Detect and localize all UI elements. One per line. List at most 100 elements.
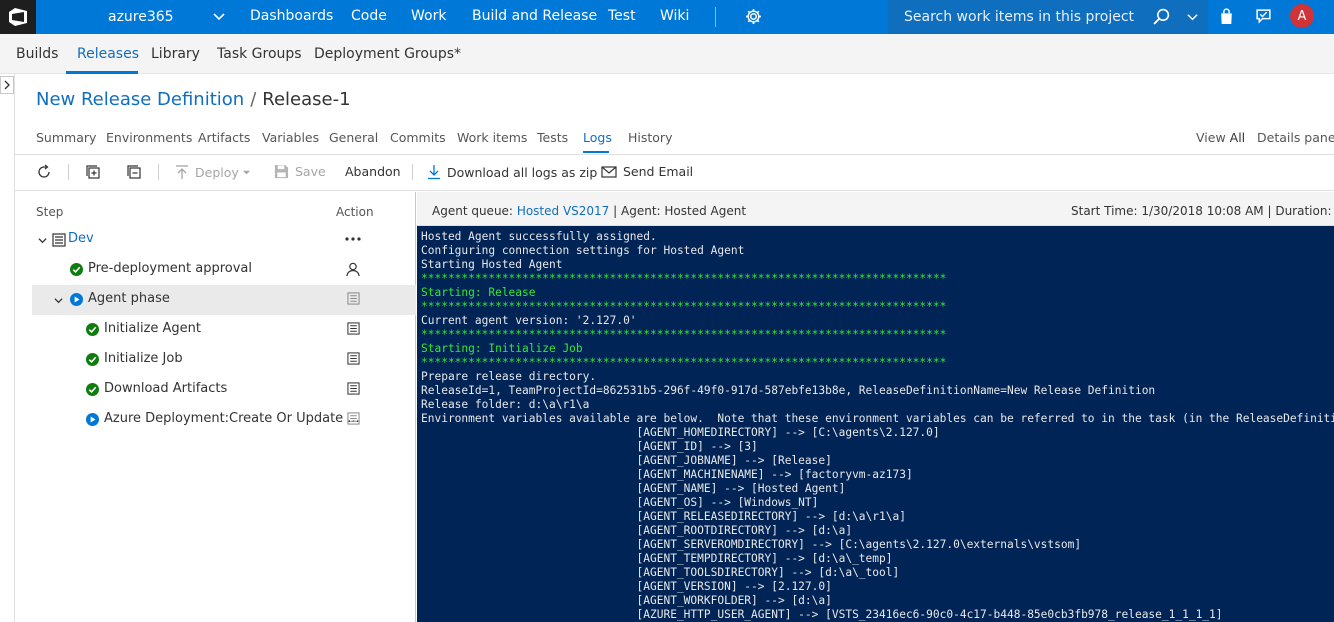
- view-value: All: [1229, 130, 1246, 145]
- send-email-button[interactable]: Send Email: [601, 164, 693, 179]
- tab-work-items[interactable]: Work items: [457, 130, 527, 145]
- nav-build-and-release[interactable]: Build and Release: [472, 8, 597, 24]
- abandon-button[interactable]: Abandon: [345, 164, 401, 179]
- chevron-down-icon: [242, 170, 250, 174]
- subnav-task-groups[interactable]: Task Groups: [217, 46, 302, 62]
- vsts-logo-icon: [9, 8, 27, 26]
- success-check-icon: [86, 353, 99, 366]
- step-label: Download Artifacts: [104, 381, 228, 396]
- search-icon[interactable]: [1153, 8, 1170, 25]
- step-row-initialize-agent[interactable]: Initialize Agent: [32, 315, 416, 345]
- project-selector[interactable]: azure365: [36, 0, 236, 34]
- success-check-icon: [86, 323, 99, 336]
- more-options-icon[interactable]: [345, 237, 361, 241]
- step-label: Pre-deployment approval: [88, 261, 253, 276]
- tab-tests[interactable]: Tests: [537, 130, 568, 145]
- chevron-down-icon[interactable]: [38, 236, 47, 245]
- log-line: Configuring connection settings for Host…: [421, 244, 745, 257]
- log-line: [AGENT_NAME] --> [Hosted Agent]: [421, 482, 846, 495]
- agent-queue-label: Agent queue:: [432, 204, 513, 218]
- breadcrumb-separator: /: [250, 89, 257, 110]
- nav-code[interactable]: Code: [351, 8, 387, 24]
- toolbar-divider: [412, 164, 413, 180]
- log-line: Hosted Agent successfully assigned.: [421, 230, 657, 243]
- deploy-button[interactable]: Deploy: [175, 164, 251, 180]
- success-check-icon: [70, 263, 83, 276]
- column-header-action: Action: [336, 205, 374, 219]
- details-pane-toggle[interactable]: Details pane: [1257, 130, 1334, 145]
- nav-test[interactable]: Test: [608, 8, 636, 24]
- expand-all-icon: [86, 165, 100, 179]
- log-icon[interactable]: [347, 322, 360, 335]
- log-line: Environment variables available are belo…: [421, 412, 1334, 425]
- agent-queue-link[interactable]: Hosted VS2017: [517, 204, 610, 218]
- step-label: Initialize Job: [104, 351, 183, 366]
- nav-work[interactable]: Work: [411, 8, 446, 24]
- tab-logs[interactable]: Logs: [583, 130, 612, 145]
- subnav-releases[interactable]: Releases: [77, 46, 139, 62]
- tab-artifacts[interactable]: Artifacts: [198, 130, 250, 145]
- in-progress-icon: [70, 293, 83, 306]
- release-tabs: Summary Environments Artifacts Variables…: [36, 130, 1334, 154]
- save-label: Save: [295, 164, 326, 179]
- step-row-pre-deployment-approval[interactable]: Pre-deployment approval: [32, 255, 416, 285]
- avatar[interactable]: A: [1290, 4, 1314, 28]
- log-console[interactable]: Hosted Agent successfully assigned. Confi…: [417, 226, 1334, 622]
- nav-dashboards[interactable]: Dashboards: [250, 8, 333, 24]
- step-row-download-artifacts[interactable]: Download Artifacts: [32, 375, 416, 405]
- subnav-library[interactable]: Library: [151, 46, 200, 62]
- search-box: [888, 0, 1208, 34]
- subnav-builds[interactable]: Builds: [16, 46, 58, 62]
- tab-general[interactable]: General: [329, 130, 378, 145]
- step-row-agent-phase[interactable]: Agent phase: [32, 285, 416, 315]
- feedback-icon[interactable]: [1255, 8, 1272, 25]
- log-header: Agent queue: Hosted VS2017 | Agent: Host…: [417, 192, 1334, 226]
- step-label: Initialize Agent: [104, 321, 202, 336]
- collapse-all-button[interactable]: [126, 164, 148, 180]
- download-icon: [428, 165, 440, 180]
- download-logs-button[interactable]: Download all logs as zip: [427, 164, 597, 180]
- shopping-bag-icon[interactable]: [1218, 8, 1235, 25]
- gear-icon[interactable]: [745, 8, 762, 25]
- log-icon[interactable]: [347, 382, 360, 395]
- step-row-dev[interactable]: Dev: [32, 225, 416, 255]
- refresh-button[interactable]: [36, 164, 58, 180]
- toolbar: Deploy Save Abandon Download all logs as…: [15, 155, 1334, 191]
- step-row-azure-deployment[interactable]: Azure Deployment:Create Or Update ...: [32, 405, 416, 435]
- view-label: View: [1196, 130, 1226, 145]
- mail-icon: [601, 165, 617, 178]
- log-icon[interactable]: [347, 412, 360, 425]
- log-line: [AGENT_TEMPDIRECTORY] --> [d:\a\_temp]: [421, 552, 893, 565]
- log-icon[interactable]: [347, 352, 360, 365]
- person-icon[interactable]: [346, 262, 360, 276]
- chevron-down-icon[interactable]: [1186, 11, 1199, 24]
- step-label: Agent phase: [88, 291, 170, 306]
- expand-panel-button[interactable]: [0, 76, 14, 94]
- collapse-all-icon: [127, 165, 141, 179]
- search-input[interactable]: [904, 7, 1144, 27]
- log-line: [AGENT_ROOTDIRECTORY] --> [d:\a]: [421, 524, 853, 537]
- breadcrumb-definition-link[interactable]: New Release Definition: [36, 89, 244, 110]
- step-row-initialize-job[interactable]: Initialize Job: [32, 345, 416, 375]
- abandon-label: Abandon: [345, 164, 401, 179]
- chevron-down-icon[interactable]: [54, 296, 63, 305]
- subnav-deployment-groups[interactable]: Deployment Groups*: [314, 46, 461, 62]
- tab-environments[interactable]: Environments: [106, 130, 192, 145]
- save-button[interactable]: Save: [274, 164, 326, 179]
- tab-variables[interactable]: Variables: [262, 130, 319, 145]
- chevron-right-icon: [4, 80, 10, 90]
- tab-history[interactable]: History: [628, 130, 672, 145]
- view-filter[interactable]: View All: [1196, 130, 1245, 145]
- success-check-icon: [86, 383, 99, 396]
- breadcrumb-release: Release-1: [262, 89, 351, 110]
- nav-wiki[interactable]: Wiki: [660, 8, 689, 24]
- vsts-logo[interactable]: [0, 0, 36, 34]
- log-icon[interactable]: [347, 292, 360, 305]
- tab-commits[interactable]: Commits: [390, 130, 446, 145]
- log-line: Prepare release directory.: [421, 370, 597, 383]
- save-icon: [274, 164, 289, 179]
- tab-summary[interactable]: Summary: [36, 130, 96, 145]
- expand-all-button[interactable]: [85, 164, 107, 180]
- column-header-step: Step: [36, 205, 64, 219]
- log-line: Starting: Initialize Job: [421, 342, 583, 355]
